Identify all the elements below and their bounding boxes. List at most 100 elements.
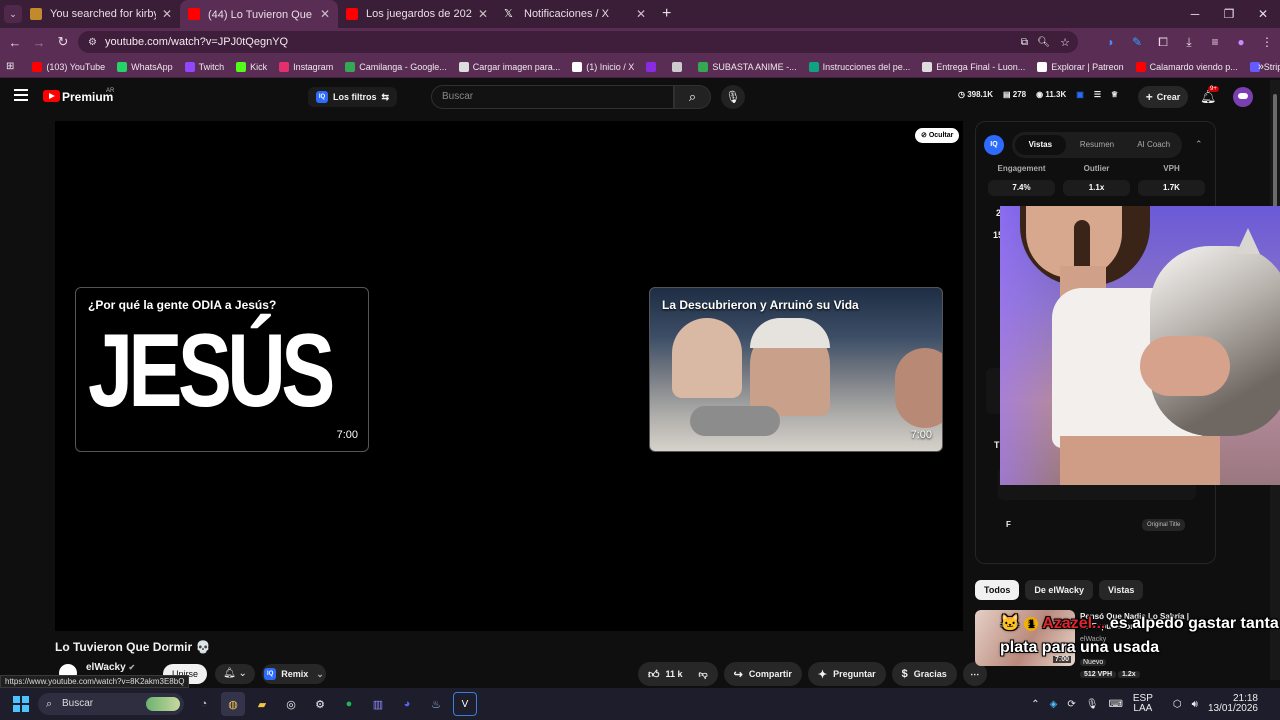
bookmark-item[interactable]: WhatsApp (117, 61, 173, 72)
obs-icon[interactable]: ◎ (279, 692, 303, 716)
list-icon[interactable]: ☰ (1094, 90, 1101, 99)
chip-vistas[interactable]: Vistas (1099, 580, 1144, 600)
settings-gear-icon[interactable]: ⚙ (308, 692, 332, 716)
network-icon[interactable]: ⬡ (1173, 699, 1182, 710)
browser-tab[interactable]: 𝕏 Notificaciones / X ✕ (496, 0, 654, 28)
tab-search-menu-icon[interactable]: ⌄ (4, 5, 22, 23)
bookmark-item[interactable]: Calamardo viendo p... (1135, 61, 1238, 72)
close-window-icon[interactable]: ✕ (1246, 0, 1280, 28)
forward-icon[interactable]: → (27, 35, 51, 50)
browser-tab-active[interactable]: (44) Lo Tuvieron Que Dormir 💀 ✕ (180, 0, 338, 28)
bookmark-item[interactable]: (1) Inicio / X (572, 61, 634, 72)
bookmark-item[interactable]: Twitch (184, 61, 224, 72)
bookmark-item[interactable]: Entrega Final - Luon... (922, 61, 1025, 72)
vegas-icon[interactable]: V (453, 692, 477, 716)
bookmark-item[interactable] (646, 61, 660, 72)
tab-ai-coach[interactable]: AI Coach (1128, 135, 1179, 155)
apps-grid-icon[interactable]: ⊞ (6, 61, 14, 72)
close-tab-icon[interactable]: ✕ (478, 7, 488, 21)
browser-tab[interactable]: You searched for kirby - Play Sc ✕ (22, 0, 180, 28)
close-tab-icon[interactable]: ✕ (320, 7, 330, 21)
chip-channel[interactable]: De elWacky (1025, 580, 1094, 600)
taskbar-clock[interactable]: 21:18 13/01/2026 (1208, 694, 1268, 714)
share-button[interactable]: ↪ Compartir (723, 662, 802, 686)
channel-name[interactable]: elWacky ✔ (86, 662, 135, 673)
account-avatar[interactable] (1233, 87, 1253, 107)
taskbar-search[interactable]: ⌕ Buscar (38, 693, 184, 715)
zoom-icon[interactable]: 🔍︎ (1037, 37, 1050, 48)
spotify-icon[interactable]: ● (337, 692, 361, 716)
bookmark-item[interactable]: Cargar imagen para... (458, 61, 560, 72)
endscreen-video-card[interactable]: ¿Por qué la gente ODIA a Jesús? JESÚS 7:… (75, 287, 369, 452)
remix-button[interactable]: IQ Remix ⌄ (262, 664, 326, 684)
like-button[interactable]: 👍︎ 11 k 👎︎ (638, 662, 718, 686)
hide-endscreen-button[interactable]: ⊘ Ocultar (915, 128, 960, 143)
bookmark-item[interactable]: Kick (236, 61, 267, 72)
audio-app-icon[interactable]: ▥ (366, 692, 390, 716)
back-icon[interactable]: ← (3, 35, 27, 50)
iq-stat-icon[interactable]: ▣ (1076, 90, 1084, 99)
original-title-button[interactable]: Original Title (1142, 519, 1186, 531)
bookmark-item[interactable]: Stripe Express (1249, 61, 1280, 72)
video-player[interactable]: ⊘ Ocultar ¿Por qué la gente ODIA a Jesús… (55, 121, 963, 631)
reload-icon[interactable]: ↻ (51, 34, 75, 50)
site-info-icon[interactable]: ⚙ (88, 37, 97, 48)
tray-refresh-icon[interactable]: ⟳ (1067, 699, 1075, 710)
search-icon[interactable]: ⌕ (674, 85, 711, 109)
discord-icon[interactable]: ◕ (395, 692, 419, 716)
steam-overlay-icon[interactable]: ◔ (192, 692, 216, 716)
more-menu-icon[interactable]: ⋮ (1254, 35, 1280, 49)
new-tab-button[interactable]: + (662, 5, 671, 23)
minimize-icon[interactable]: ─ (1178, 0, 1212, 28)
maximize-icon[interactable]: ❐ (1212, 0, 1246, 28)
bookmark-favicon-icon (458, 61, 469, 72)
chip-todos[interactable]: Todos (975, 580, 1020, 600)
bookmark-item[interactable]: SUBASTA ANIME -... (698, 61, 797, 72)
endscreen-video-card[interactable]: La Descubrieron y Arruinó su Vida 7:00 (649, 287, 943, 452)
filters-button[interactable]: IQ Los filtros ⇆ (308, 87, 398, 107)
reading-list-icon[interactable]: ≡ (1202, 35, 1228, 49)
extension-icon[interactable]: ◗ (1098, 35, 1124, 49)
subscription-bell-button[interactable]: 🔔︎ ⌄ (215, 664, 255, 684)
bookmark-item[interactable] (672, 61, 686, 72)
tray-chevron-icon[interactable]: ⌃ (1031, 699, 1039, 710)
extensions-puzzle-icon[interactable]: ⧠ (1150, 35, 1176, 50)
tab-vistas[interactable]: Vistas (1015, 135, 1066, 155)
install-app-icon[interactable]: ⧉ (1021, 37, 1028, 48)
bookmark-item[interactable]: Instagram (279, 61, 333, 72)
bookmark-item[interactable]: Explorar | Patreon (1037, 61, 1124, 72)
thanks-button[interactable]: $ Gracias (891, 662, 957, 686)
search-input[interactable]: Buscar (431, 85, 674, 109)
tray-app-icon[interactable]: ◈ (1050, 699, 1058, 710)
trophy-icon[interactable]: ♕ (1111, 90, 1118, 99)
close-tab-icon[interactable]: ✕ (162, 7, 172, 21)
collapse-chevron-icon[interactable]: ⌃ (1195, 139, 1203, 150)
microphone-icon[interactable]: 🎙︎ (721, 85, 745, 109)
download-icon[interactable]: ⤓ (1176, 35, 1202, 50)
file-explorer-icon[interactable]: ▰ (250, 692, 274, 716)
bookmark-star-icon[interactable]: ☆ (1060, 36, 1070, 49)
chrome-icon[interactable]: ◍ (221, 692, 245, 716)
menu-icon[interactable] (14, 89, 28, 103)
youtube-logo-icon[interactable] (43, 90, 60, 102)
bookmark-item[interactable]: Camilanga - Google... (345, 61, 447, 72)
create-button[interactable]: + Crear (1138, 86, 1188, 108)
more-bookmarks-icon[interactable]: » (1258, 61, 1264, 73)
close-tab-icon[interactable]: ✕ (636, 7, 646, 21)
address-bar[interactable]: ⚙ youtube.com/watch?v=JPJ0tQegnYQ ⧉ 🔍︎ ☆ (78, 31, 1078, 53)
tray-keyboard-icon[interactable]: ⌨ (1108, 699, 1122, 710)
bookmark-item[interactable]: (103) YouTube (32, 61, 105, 72)
dislike-icon[interactable]: 👎︎ (699, 669, 708, 680)
extension-icon[interactable]: ✎ (1124, 35, 1150, 49)
steam-icon[interactable]: ♨ (424, 692, 448, 716)
volume-icon[interactable]: 🔊︎ (1192, 699, 1198, 710)
windows-start-icon[interactable] (13, 696, 29, 712)
profile-icon[interactable]: ● (1228, 35, 1254, 49)
tray-mic-icon[interactable]: 🎙︎ (1086, 699, 1099, 710)
tab-resumen[interactable]: Resumen (1072, 135, 1123, 155)
browser-tab[interactable]: Los juegardos de 2025 - YouTu ✕ (338, 0, 496, 28)
filters-label: Los filtros (333, 92, 377, 102)
keyboard-language[interactable]: ESP LAA (1133, 694, 1163, 714)
ask-button[interactable]: ✦ Preguntar (807, 662, 886, 686)
bookmark-item[interactable]: Instrucciones del pe... (808, 61, 910, 72)
